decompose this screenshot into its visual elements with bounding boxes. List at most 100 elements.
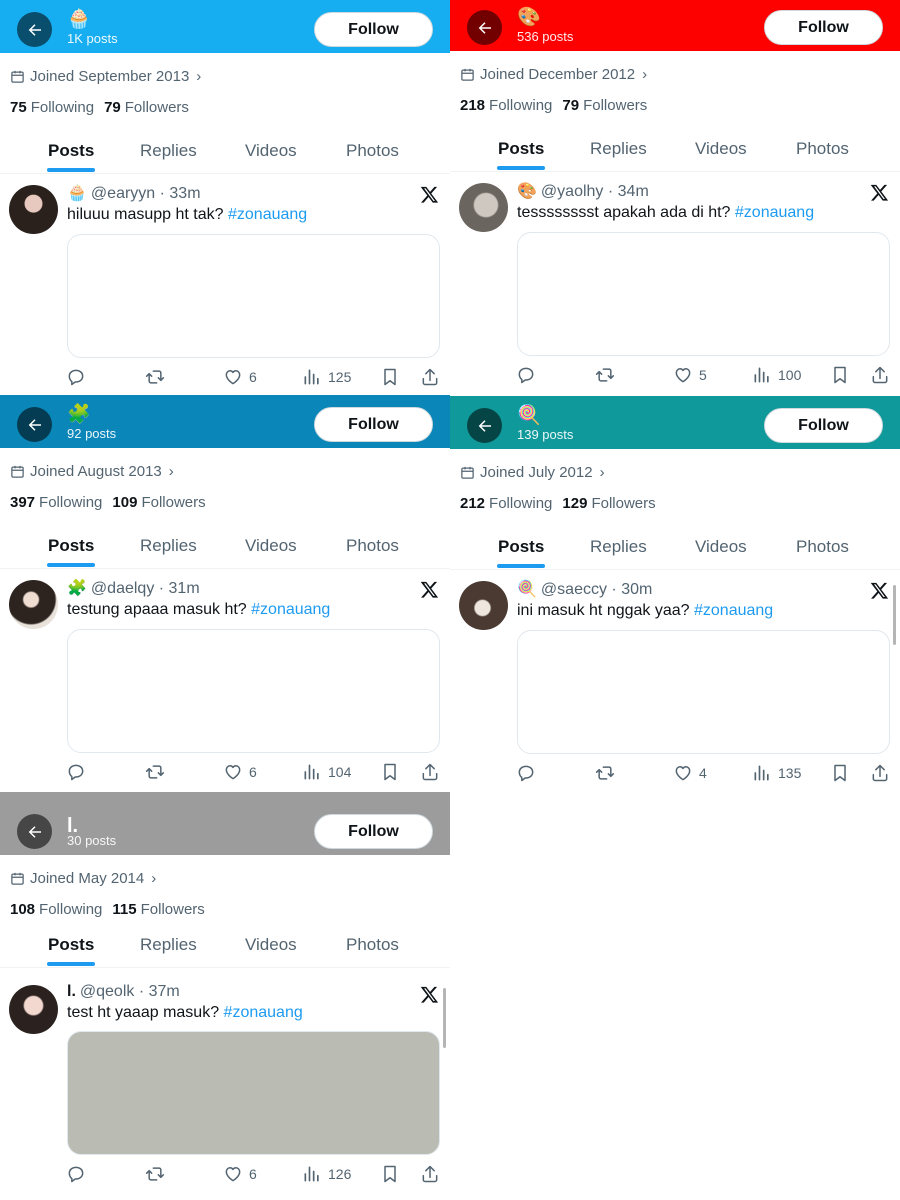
tweet-time[interactable]: 33m xyxy=(169,185,200,202)
following-link[interactable]: 212 Following xyxy=(460,495,552,512)
follow-button[interactable]: Follow xyxy=(314,407,433,442)
share-button[interactable] xyxy=(420,367,440,387)
x-logo-icon[interactable] xyxy=(420,580,439,599)
x-logo-icon[interactable] xyxy=(870,581,889,600)
tab-videos[interactable]: Videos xyxy=(245,922,297,968)
tab-posts[interactable]: Posts xyxy=(47,128,96,174)
scrollbar[interactable] xyxy=(443,988,446,1048)
retweet-button[interactable] xyxy=(145,367,165,387)
tweet-time[interactable]: 34m xyxy=(618,183,649,200)
share-button[interactable] xyxy=(420,762,440,782)
tab-videos[interactable]: Videos xyxy=(695,524,747,570)
tab-photos[interactable]: Photos xyxy=(346,128,399,174)
tweet-handle[interactable]: @qeolk xyxy=(80,983,135,1000)
tab-replies[interactable]: Replies xyxy=(140,523,197,569)
back-button[interactable] xyxy=(17,407,52,442)
chevron-right-icon[interactable]: › xyxy=(151,870,156,887)
back-button[interactable] xyxy=(467,408,502,443)
chevron-right-icon[interactable]: › xyxy=(642,66,647,83)
tweet-display-name[interactable]: l. xyxy=(67,983,76,1000)
like-button[interactable]: 6 xyxy=(223,762,257,782)
tweet-display-name[interactable]: 🧩 xyxy=(67,580,87,597)
share-button[interactable] xyxy=(870,763,890,783)
following-link[interactable]: 218 Following xyxy=(460,97,552,114)
views-button[interactable]: 135 xyxy=(752,763,801,783)
back-button[interactable] xyxy=(17,12,52,47)
tweet-time[interactable]: 37m xyxy=(149,983,180,1000)
tab-posts[interactable]: Posts xyxy=(47,922,96,968)
followers-link[interactable]: 129 Followers xyxy=(562,495,655,512)
followers-link[interactable]: 115 Followers xyxy=(112,901,204,918)
share-button[interactable] xyxy=(420,1164,440,1184)
bookmark-button[interactable] xyxy=(380,1164,400,1184)
follow-button[interactable]: Follow xyxy=(314,12,433,47)
tab-replies[interactable]: Replies xyxy=(140,922,197,968)
retweet-button[interactable] xyxy=(595,763,615,783)
back-button[interactable] xyxy=(17,814,52,849)
follow-button[interactable]: Follow xyxy=(764,10,883,45)
tab-posts[interactable]: Posts xyxy=(47,523,96,569)
chevron-right-icon[interactable]: › xyxy=(600,464,605,481)
followers-link[interactable]: 79 Followers xyxy=(104,99,189,116)
tweet-display-name[interactable]: 🎨 xyxy=(517,183,537,200)
like-button[interactable]: 5 xyxy=(673,365,707,385)
tab-posts[interactable]: Posts xyxy=(497,524,546,570)
tweet-display-name[interactable]: 🍭 xyxy=(517,581,537,598)
views-button[interactable]: 100 xyxy=(752,365,801,385)
retweet-button[interactable] xyxy=(145,1164,165,1184)
share-button[interactable] xyxy=(870,365,890,385)
avatar[interactable] xyxy=(9,985,58,1034)
tweet-time[interactable]: 30m xyxy=(621,581,652,598)
tab-replies[interactable]: Replies xyxy=(590,126,647,172)
hashtag-link[interactable]: #zonauang xyxy=(735,204,814,221)
tweet-display-name[interactable]: 🧁 xyxy=(67,185,87,202)
chevron-right-icon[interactable]: › xyxy=(196,68,201,85)
x-logo-icon[interactable] xyxy=(420,985,439,1004)
bookmark-button[interactable] xyxy=(380,367,400,387)
like-button[interactable]: 6 xyxy=(223,1164,257,1184)
bookmark-button[interactable] xyxy=(830,763,850,783)
scrollbar[interactable] xyxy=(893,585,896,645)
reply-button[interactable] xyxy=(66,762,86,782)
tweet-media[interactable] xyxy=(517,630,890,754)
following-link[interactable]: 75 Following xyxy=(10,99,94,116)
tab-videos[interactable]: Videos xyxy=(245,128,297,174)
x-logo-icon[interactable] xyxy=(420,185,439,204)
tweet-handle[interactable]: @yaolhy xyxy=(541,183,604,200)
reply-button[interactable] xyxy=(66,367,86,387)
views-button[interactable]: 125 xyxy=(302,367,351,387)
avatar[interactable] xyxy=(9,580,58,629)
followers-link[interactable]: 79 Followers xyxy=(562,97,647,114)
retweet-button[interactable] xyxy=(595,365,615,385)
tab-videos[interactable]: Videos xyxy=(695,126,747,172)
tweet-handle[interactable]: @daelqy xyxy=(91,580,154,597)
avatar[interactable] xyxy=(459,183,508,232)
tweet-handle[interactable]: @earyyn xyxy=(91,185,155,202)
tweet-media[interactable] xyxy=(67,629,440,753)
avatar[interactable] xyxy=(459,581,508,630)
back-button[interactable] xyxy=(467,10,502,45)
tweet-time[interactable]: 31m xyxy=(169,580,200,597)
tab-photos[interactable]: Photos xyxy=(796,126,849,172)
tab-posts[interactable]: Posts xyxy=(497,126,546,172)
tab-replies[interactable]: Replies xyxy=(140,128,197,174)
bookmark-button[interactable] xyxy=(380,762,400,782)
follow-button[interactable]: Follow xyxy=(764,408,883,443)
chevron-right-icon[interactable]: › xyxy=(169,463,174,480)
reply-button[interactable] xyxy=(516,763,536,783)
tweet-handle[interactable]: @saeccy xyxy=(541,581,607,598)
reply-button[interactable] xyxy=(516,365,536,385)
following-link[interactable]: 397 Following xyxy=(10,494,102,511)
tab-replies[interactable]: Replies xyxy=(590,524,647,570)
tab-photos[interactable]: Photos xyxy=(346,922,399,968)
views-button[interactable]: 126 xyxy=(302,1164,351,1184)
tab-photos[interactable]: Photos xyxy=(796,524,849,570)
hashtag-link[interactable]: #zonauang xyxy=(694,602,773,619)
hashtag-link[interactable]: #zonauang xyxy=(224,1004,303,1021)
hashtag-link[interactable]: #zonauang xyxy=(228,206,307,223)
following-link[interactable]: 108 Following xyxy=(10,901,102,918)
like-button[interactable]: 4 xyxy=(673,763,707,783)
tweet-media[interactable] xyxy=(67,1031,440,1155)
x-logo-icon[interactable] xyxy=(870,183,889,202)
follow-button[interactable]: Follow xyxy=(314,814,433,849)
